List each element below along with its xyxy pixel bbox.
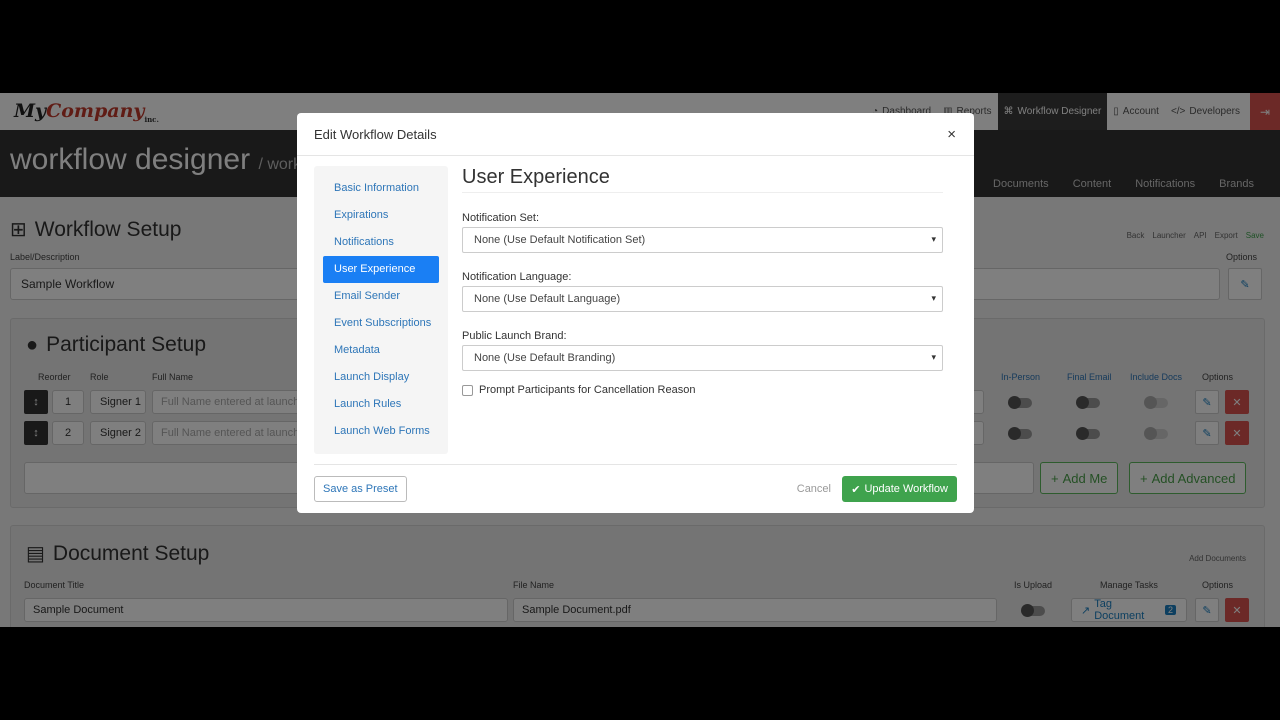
update-workflow-button[interactable]: ✔ Update Workflow: [842, 476, 957, 502]
menu-event-subscriptions[interactable]: Event Subscriptions: [314, 310, 448, 337]
section-title: User Experience: [462, 166, 943, 193]
close-icon[interactable]: ×: [947, 126, 956, 143]
menu-expirations[interactable]: Expirations: [314, 202, 448, 229]
notification-language-select[interactable]: None (Use Default Language) ▾: [462, 286, 943, 312]
menu-launch-web-forms[interactable]: Launch Web Forms: [314, 418, 448, 445]
chevron-down-icon: ▾: [931, 352, 936, 362]
user-experience-section: User Experience Notification Set: None (…: [462, 166, 943, 396]
check-icon: ✔: [851, 483, 861, 496]
public-launch-brand-select[interactable]: None (Use Default Branding) ▾: [462, 345, 943, 371]
checkbox-label: Prompt Participants for Cancellation Rea…: [479, 384, 696, 396]
chevron-down-icon: ▾: [931, 234, 936, 244]
modal-header: Edit Workflow Details ×: [297, 113, 974, 156]
chevron-down-icon: ▾: [931, 293, 936, 303]
menu-email-sender[interactable]: Email Sender: [314, 283, 448, 310]
modal-title: Edit Workflow Details: [314, 126, 437, 142]
menu-launch-rules[interactable]: Launch Rules: [314, 391, 448, 418]
menu-basic-information[interactable]: Basic Information: [314, 175, 448, 202]
selected-value: None (Use Default Notification Set): [474, 234, 646, 246]
modal-footer: Save as Preset Cancel ✔ Update Workflow: [314, 464, 957, 513]
edit-workflow-modal: Edit Workflow Details × Basic Informatio…: [297, 113, 974, 513]
app-window: MyCompanyinc. ◔Dashboard ▥Reports ⌘Workf…: [0, 93, 1280, 627]
menu-notifications[interactable]: Notifications: [314, 229, 448, 256]
modal-side-menu: Basic Information Expirations Notificati…: [314, 166, 448, 454]
menu-metadata[interactable]: Metadata: [314, 337, 448, 364]
save-as-preset-button[interactable]: Save as Preset: [314, 476, 407, 502]
cancellation-reason-option[interactable]: Prompt Participants for Cancellation Rea…: [462, 384, 943, 396]
notification-language-label: Notification Language:: [462, 271, 572, 283]
menu-launch-display[interactable]: Launch Display: [314, 364, 448, 391]
selected-value: None (Use Default Branding): [474, 352, 616, 364]
public-launch-brand-label: Public Launch Brand:: [462, 330, 567, 342]
notification-set-select[interactable]: None (Use Default Notification Set) ▾: [462, 227, 943, 253]
notification-set-label: Notification Set:: [462, 212, 540, 224]
cancellation-reason-checkbox[interactable]: [462, 384, 473, 396]
button-label: Update Workflow: [864, 483, 948, 495]
selected-value: None (Use Default Language): [474, 293, 621, 305]
menu-user-experience[interactable]: User Experience: [323, 256, 439, 283]
cancel-button[interactable]: Cancel: [797, 483, 831, 495]
